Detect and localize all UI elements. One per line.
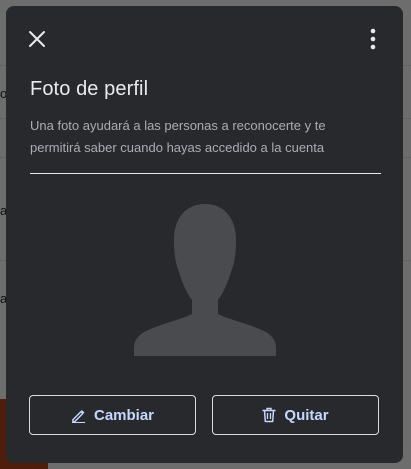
more-vert-icon — [370, 28, 376, 50]
pencil-icon — [71, 409, 86, 423]
dialog-title: Foto de perfil — [30, 78, 149, 100]
remove-photo-button[interactable]: Quitar — [212, 395, 379, 435]
close-icon — [29, 31, 45, 47]
divider — [30, 173, 381, 174]
profile-photo-dialog: Foto de perfil Una foto ayudará a las pe… — [6, 6, 403, 463]
more-options-button[interactable] — [361, 26, 385, 52]
trash-icon — [262, 407, 277, 423]
close-button[interactable] — [24, 26, 50, 52]
change-photo-button[interactable]: Cambiar — [29, 395, 196, 435]
change-button-label: Cambiar — [93, 406, 155, 424]
remove-button-label: Quitar — [284, 406, 329, 424]
person-silhouette-icon — [134, 204, 276, 356]
dialog-description: Una foto ayudará a las personas a recono… — [30, 118, 326, 155]
